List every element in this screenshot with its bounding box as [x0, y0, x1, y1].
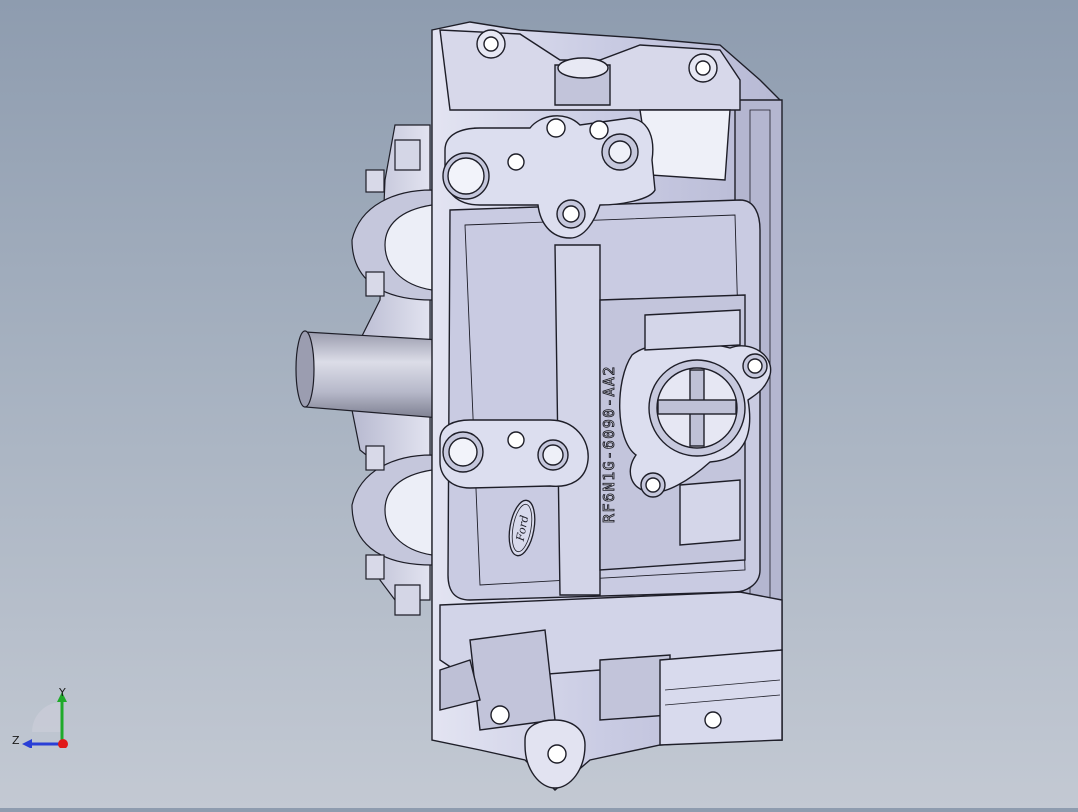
3d-viewport[interactable]: Ford RF6N1G-6090-AA2	[0, 0, 1078, 808]
y-axis-label: Y	[58, 686, 66, 699]
part-number-engraving: RF6N1G-6090-AA2	[600, 365, 618, 523]
z-axis-label: Z	[12, 734, 20, 747]
x-axis-dot	[58, 739, 68, 749]
cylinder-head-model[interactable]: Ford RF6N1G-6090-AA2	[0, 0, 1078, 808]
axis-triad: Y Z	[10, 684, 80, 749]
